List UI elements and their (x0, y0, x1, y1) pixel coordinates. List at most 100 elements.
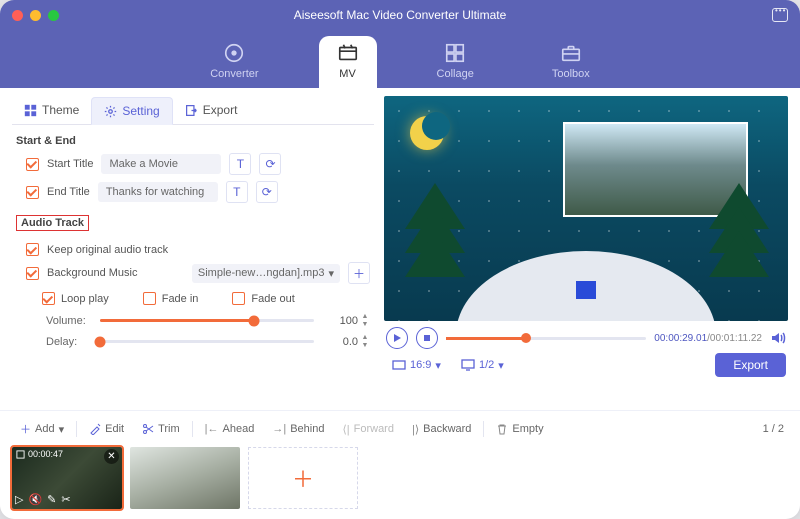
add-music-button[interactable]: ＋ (348, 262, 370, 284)
trash-icon (496, 423, 508, 435)
section-start-end: Start & End (16, 135, 370, 147)
settings-panel: Theme Setting Export Start & End Start T… (12, 96, 374, 402)
clip-2[interactable] (130, 447, 240, 509)
delay-up-stepper[interactable]: ▲ (360, 334, 370, 341)
start-title-font-button[interactable]: T (229, 153, 251, 175)
timeline-clips: 00:00:47 ✕ ▷ 🔇 ✎ ✂ ＋ (0, 441, 800, 519)
add-clip-button[interactable]: ＋Add▾ (12, 417, 72, 441)
volume-button[interactable] (770, 330, 786, 346)
delay-label: Delay: (46, 336, 90, 348)
video-preview[interactable] (384, 96, 788, 321)
add-clip-dropzone[interactable]: ＋ (248, 447, 358, 509)
play-button[interactable] (386, 327, 408, 349)
edit-button[interactable]: Edit (81, 419, 132, 439)
trim-button[interactable]: Trim (134, 419, 188, 439)
clip-duration: 00:00:47 (16, 449, 63, 459)
app-title: Aiseesoft Mac Video Converter Ultimate (0, 8, 800, 22)
theme-icon (24, 104, 37, 117)
chevron-down-icon: ▾ (59, 423, 65, 436)
remove-clip-button[interactable]: ✕ (104, 449, 119, 464)
end-title-checkbox[interactable] (26, 186, 39, 199)
mv-icon (337, 42, 359, 64)
preview-page-dropdown[interactable]: 1/2 ▾ (455, 357, 510, 374)
volume-slider[interactable] (100, 319, 314, 322)
fade-in-label: Fade in (162, 293, 199, 305)
keep-original-audio-label: Keep original audio track (47, 244, 168, 256)
timeline-pager: 1 / 2 (763, 423, 788, 435)
tab-setting[interactable]: Setting (91, 97, 172, 125)
maximize-window-button[interactable] (48, 10, 59, 21)
tab-export[interactable]: Export (173, 96, 250, 124)
tree-decoration (696, 183, 782, 303)
volume-label: Volume: (46, 315, 90, 327)
bg-music-label: Background Music (47, 267, 138, 279)
scissors-icon (142, 423, 154, 435)
start-title-input[interactable]: Make a Movie (101, 154, 221, 174)
minimize-window-button[interactable] (30, 10, 41, 21)
delay-down-stepper[interactable]: ▼ (360, 342, 370, 349)
playback-time: 00:00:29.01/00:01:11.22 (654, 333, 762, 344)
feedback-icon[interactable] (772, 8, 788, 22)
seek-bar[interactable] (446, 337, 646, 340)
play-icon (392, 333, 402, 343)
aspect-ratio-dropdown[interactable]: 16:9 ▾ (386, 357, 447, 374)
clip-1[interactable]: 00:00:47 ✕ ▷ 🔇 ✎ ✂ (12, 447, 122, 509)
main-nav: Converter MV Collage Toolbox (0, 30, 800, 88)
keep-original-audio-checkbox[interactable] (26, 243, 39, 256)
end-title-reset-button[interactable]: ⟳ (256, 181, 278, 203)
chevron-down-icon: ▾ (328, 267, 334, 280)
start-title-reset-button[interactable]: ⟳ (259, 153, 281, 175)
collage-icon (444, 42, 466, 64)
nav-mv[interactable]: MV (319, 36, 377, 88)
nav-converter[interactable]: Converter (192, 36, 276, 88)
app-window: Aiseesoft Mac Video Converter Ultimate C… (0, 0, 800, 519)
titlebar: Aiseesoft Mac Video Converter Ultimate (0, 0, 800, 30)
player-controls: 00:00:29.01/00:01:11.22 (384, 321, 788, 351)
moon-icon (410, 116, 444, 150)
film-icon (16, 450, 25, 459)
ahead-button[interactable]: |←Ahead (197, 419, 263, 439)
delay-value: 0.0 (324, 336, 358, 348)
backward-button[interactable]: |⟩Backward (404, 419, 479, 440)
nav-toolbox[interactable]: Toolbox (534, 36, 608, 88)
stop-icon (422, 333, 432, 343)
aspect-icon (392, 359, 406, 371)
bg-music-checkbox[interactable] (26, 267, 39, 280)
volume-up-stepper[interactable]: ▲ (360, 313, 370, 320)
loop-play-label: Loop play (61, 293, 109, 305)
tree-decoration (392, 183, 478, 303)
loop-play-checkbox[interactable] (42, 292, 55, 305)
empty-button[interactable]: Empty (488, 419, 551, 439)
export-button[interactable]: Export (715, 353, 786, 377)
fade-in-checkbox[interactable] (143, 292, 156, 305)
chevron-down-icon: ▾ (435, 359, 441, 372)
gift-decoration (576, 281, 596, 299)
wand-icon (89, 423, 101, 435)
converter-icon (223, 42, 245, 64)
end-title-font-button[interactable]: T (226, 181, 248, 203)
bg-music-dropdown[interactable]: Simple-new…ngdan].mp3 ▾ (192, 264, 340, 283)
close-window-button[interactable] (12, 10, 23, 21)
preview-footer: 16:9 ▾ 1/2 ▾ Export (384, 351, 788, 377)
chevron-down-icon: ▾ (498, 359, 504, 372)
gear-icon (104, 105, 117, 118)
clip-edit-icon[interactable]: ✎ (47, 493, 56, 506)
nav-collage[interactable]: Collage (419, 36, 492, 88)
window-controls (12, 10, 59, 21)
forward-button: ⟨|Forward (334, 419, 402, 440)
volume-down-stepper[interactable]: ▼ (360, 321, 370, 328)
panel-tabs: Theme Setting Export (12, 96, 374, 125)
end-title-input[interactable]: Thanks for watching (98, 182, 218, 202)
export-icon (185, 104, 198, 117)
fade-out-checkbox[interactable] (232, 292, 245, 305)
volume-icon (770, 330, 786, 346)
clip-mute-icon[interactable]: 🔇 (28, 493, 42, 506)
clip-trim-icon[interactable]: ✂ (61, 493, 70, 506)
behind-button[interactable]: →|Behind (264, 419, 332, 439)
stop-button[interactable] (416, 327, 438, 349)
fade-out-label: Fade out (251, 293, 294, 305)
start-title-checkbox[interactable] (26, 158, 39, 171)
clip-play-icon[interactable]: ▷ (15, 493, 23, 506)
delay-slider[interactable] (100, 340, 314, 343)
tab-theme[interactable]: Theme (12, 96, 91, 124)
